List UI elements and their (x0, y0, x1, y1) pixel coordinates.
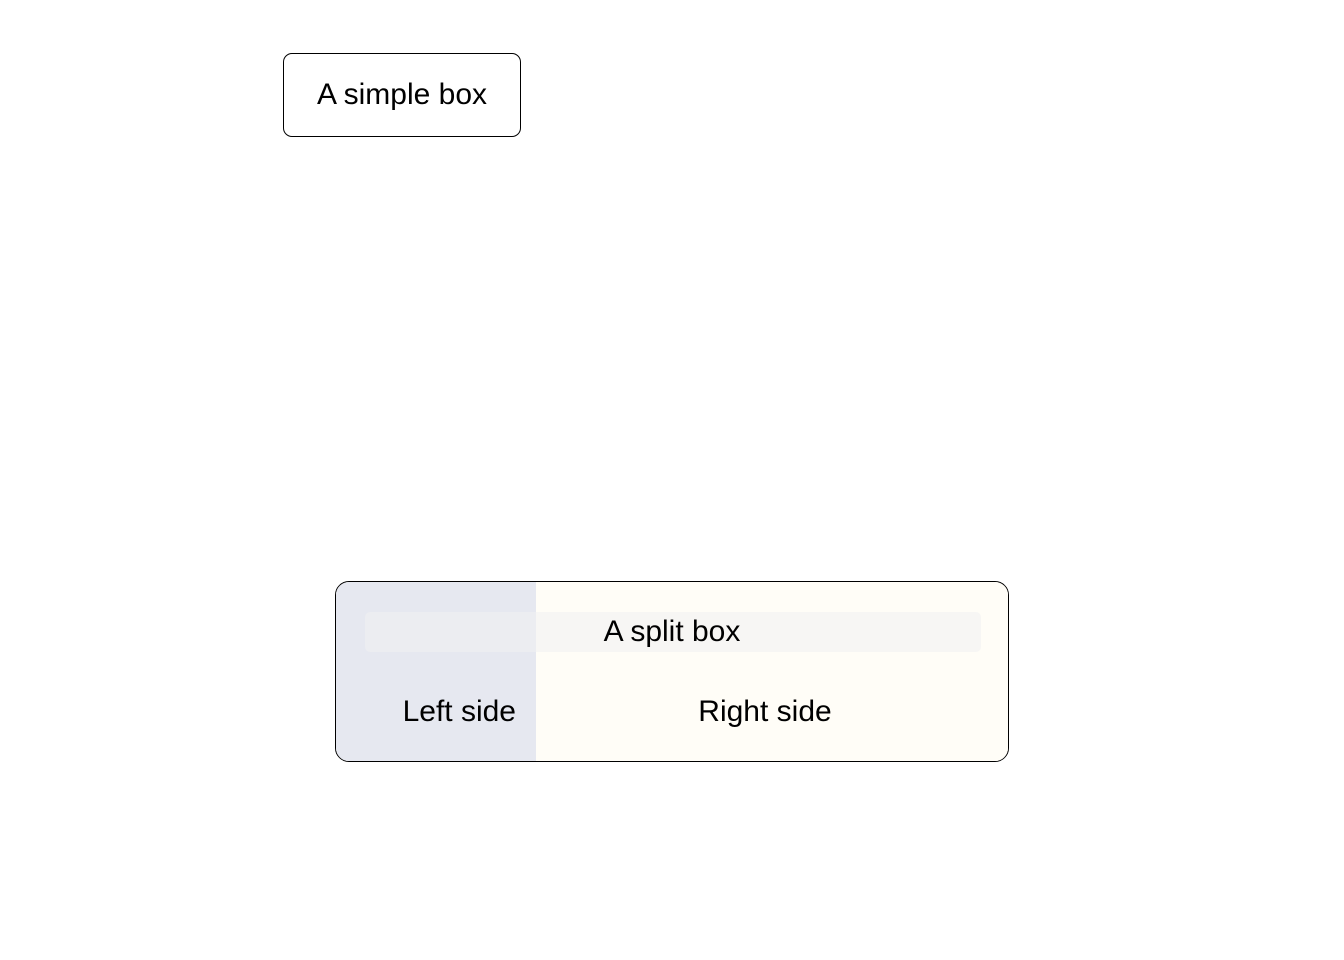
split-box-right-label: Right side (536, 692, 994, 732)
split-box-right-panel (536, 582, 1008, 761)
split-box-title-text: A split box (603, 615, 741, 648)
split-box-left-label-text: Left side (402, 695, 516, 728)
split-box-left-panel (336, 582, 536, 761)
split-box-right-label-text: Right side (698, 695, 832, 728)
split-box: A split box Left side Right side (335, 581, 1009, 762)
simple-box: A simple box (283, 53, 521, 137)
split-box-left-label: Left side (336, 692, 536, 732)
simple-box-label: A simple box (316, 78, 488, 111)
split-box-title: A split box (336, 612, 1008, 652)
